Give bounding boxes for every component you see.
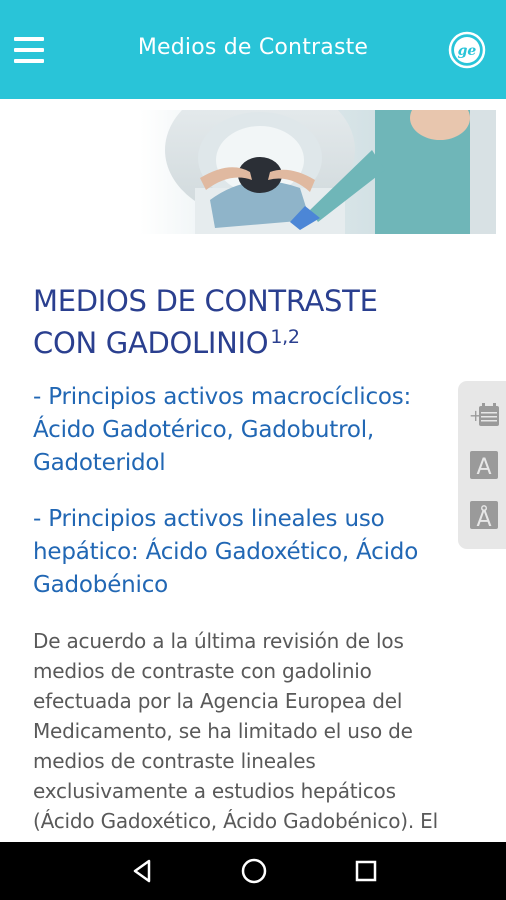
mri-scan-photo <box>140 110 496 234</box>
body-line: exclusivamente a estudios hepáticos <box>33 779 396 803</box>
font-large-icon: Å <box>470 501 498 532</box>
article-body: De acuerdo a la última revisión de los m… <box>33 626 473 836</box>
back-triangle-icon[interactable] <box>127 855 159 887</box>
font-normal-label: A <box>476 455 491 480</box>
font-normal-icon: A <box>470 451 498 480</box>
heading-reference: 1,2 <box>270 326 300 348</box>
system-nav-bar <box>0 842 506 900</box>
font-large-label: Å <box>476 505 491 531</box>
macro-line-2: Ácido Gadotérico, Gadobutrol, <box>33 417 374 443</box>
body-line: Medicamento, se ha limitado el uso de <box>33 719 413 743</box>
font-large-button[interactable]: Å <box>468 499 500 532</box>
body-line: medios de contraste lineales <box>33 749 316 773</box>
heading-line-1: MEDIOS DE CONTRASTE <box>33 284 378 318</box>
font-normal-button[interactable]: A <box>468 449 500 481</box>
heading-line-2: CON GADOLINIO <box>33 326 269 360</box>
lineal-line-1: - Principios activos lineales uso <box>33 506 385 532</box>
add-calendar-icon[interactable]: + <box>468 399 500 431</box>
macrocyclic-subheading: - Principios activos macrocíclicos: Ácid… <box>33 381 473 480</box>
body-line: De acuerdo a la última revisión de los <box>33 629 404 653</box>
lineal-line-2: hepático: Ácido Gadoxético, Ácido <box>33 539 419 565</box>
home-circle-icon[interactable] <box>238 855 270 887</box>
page-title: Medios de Contraste <box>137 35 369 60</box>
macro-line-1: - Principios activos macrocíclicos: <box>33 384 412 410</box>
article-content: MEDIOS DE CONTRASTE CON GADOLINIO 1,2 - P… <box>33 280 473 836</box>
recents-square-icon[interactable] <box>350 855 382 887</box>
linear-subheading: - Principios activos lineales uso hepáti… <box>33 503 473 602</box>
macro-line-3: Gadoteridol <box>33 450 166 476</box>
side-tools-panel: + A Å <box>458 381 506 549</box>
app-bar: Medios de Contraste ge <box>0 0 506 99</box>
lineal-line-3: Gadobénico <box>33 572 169 598</box>
svg-text:ge: ge <box>458 43 477 59</box>
body-line: medios de contraste con gadolinio <box>33 659 372 683</box>
ge-logo-icon: ge <box>448 31 486 69</box>
article-heading: MEDIOS DE CONTRASTE CON GADOLINIO 1,2 <box>33 280 473 364</box>
body-line: efectuada por la Agencia Europea del <box>33 689 403 713</box>
body-line: (Ácido Gadoxético, Ácido Gadobénico). El <box>33 809 438 833</box>
